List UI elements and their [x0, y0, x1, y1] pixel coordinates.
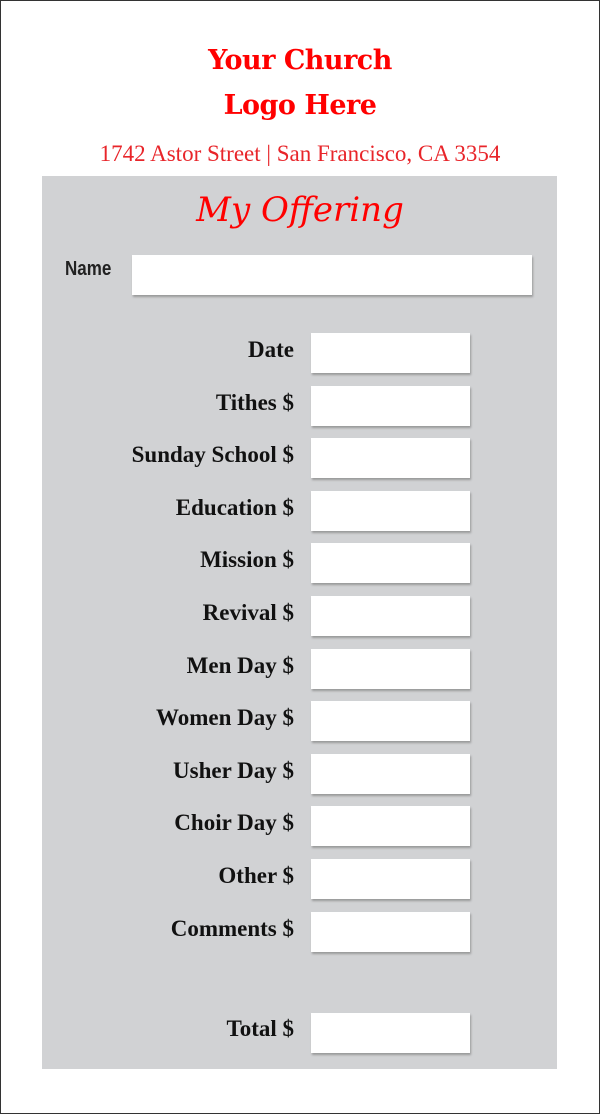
total-input[interactable] [311, 1013, 470, 1053]
field-input[interactable] [311, 754, 470, 794]
logo-line-1: Your Church [208, 45, 392, 76]
field-input[interactable] [311, 596, 470, 636]
field-input[interactable] [311, 333, 470, 373]
field-label: Comments $ [170, 916, 294, 941]
field-label: Education $ [175, 495, 294, 520]
name-input[interactable] [132, 255, 532, 295]
field-input[interactable] [311, 806, 470, 846]
field-input[interactable] [311, 491, 470, 531]
field-label: Other $ [218, 863, 294, 888]
field-input[interactable] [311, 701, 470, 741]
field-input[interactable] [311, 912, 470, 952]
field-label: Choir Day $ [174, 810, 294, 835]
offering-form-panel [42, 176, 557, 1069]
field-label: Sunday School $ [131, 442, 294, 467]
field-label: Usher Day $ [173, 758, 294, 783]
field-input[interactable] [311, 543, 470, 583]
field-input[interactable] [311, 649, 470, 689]
field-input[interactable] [311, 438, 470, 478]
field-label: Tithes $ [215, 390, 294, 415]
field-label: Date [248, 337, 294, 362]
form-title: My Offering [196, 190, 404, 230]
field-label: Revival $ [202, 600, 294, 625]
total-label: Total $ [226, 1016, 294, 1041]
field-label: Mission $ [200, 547, 294, 572]
field-label: Women Day $ [156, 705, 294, 730]
field-label: Men Day $ [186, 653, 294, 678]
church-address: 1742 Astor Street | San Francisco, CA 33… [99, 141, 501, 166]
field-input[interactable] [311, 386, 470, 426]
field-input[interactable] [311, 859, 470, 899]
name-label: Name [65, 258, 112, 280]
logo-line-2: Logo Here [223, 90, 377, 121]
